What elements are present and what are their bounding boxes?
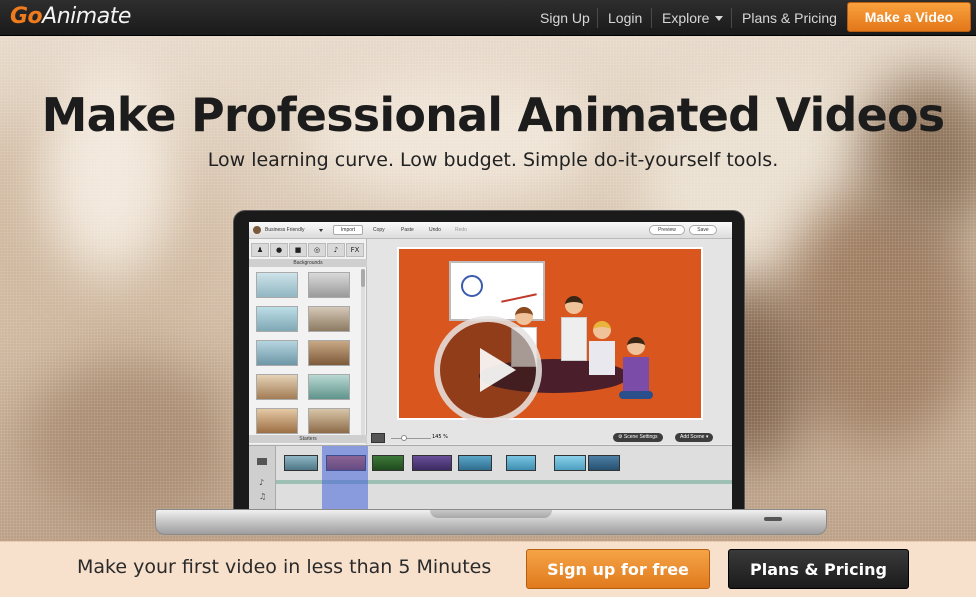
logo-go: Go xyxy=(10,4,43,29)
page-subtitle: Low learning curve. Low budget. Simple d… xyxy=(207,149,779,171)
nav-sign-up[interactable]: Sign Up xyxy=(540,0,590,36)
add-scene-label: Add Scene xyxy=(680,434,705,440)
scene-settings-button: ⚙ Scene Settings xyxy=(613,433,663,442)
nav-login[interactable]: Login xyxy=(608,0,642,36)
thumbnail xyxy=(308,374,350,400)
tab-effects: FX xyxy=(346,243,364,257)
scene-clip xyxy=(588,455,620,471)
user-avatar-icon xyxy=(253,226,261,234)
character-body xyxy=(561,317,587,361)
thumbnail xyxy=(256,408,298,434)
thumbnail xyxy=(308,408,350,434)
scene-clip xyxy=(284,455,318,471)
tab-sounds: ♪ xyxy=(327,243,345,257)
starters-label: Starters xyxy=(249,435,367,443)
thumbnail xyxy=(256,306,298,332)
redo-button: Redo xyxy=(455,227,467,233)
thumbnail xyxy=(256,374,298,400)
thumbnail xyxy=(308,340,350,366)
scene-clip xyxy=(458,455,492,471)
play-button[interactable] xyxy=(434,316,542,424)
laptop-indicator xyxy=(764,517,782,521)
character-body xyxy=(623,357,649,391)
chevron-down-icon xyxy=(319,229,323,232)
line-drawing xyxy=(501,293,537,303)
thumbnail xyxy=(256,340,298,366)
theme-select: Business Friendly xyxy=(265,227,305,233)
add-scene-button: Add Scene ▾ xyxy=(675,433,714,442)
nav-plans-pricing[interactable]: Plans & Pricing xyxy=(742,0,837,36)
tab-props: ◎ xyxy=(308,243,326,257)
cta-text: Make your first video in less than 5 Min… xyxy=(77,556,492,578)
scene-clip xyxy=(372,455,404,471)
scene-clip xyxy=(554,455,586,471)
character-head xyxy=(593,321,611,339)
logo-animate: Animate xyxy=(42,4,131,29)
preview-button: Preview xyxy=(649,225,685,235)
stage-controls: 145 % ⚙ Scene Settings Add Scene ▾ xyxy=(367,433,732,445)
character-body xyxy=(589,341,615,375)
nav-explore-label: Explore xyxy=(662,10,710,26)
paste-button: Paste xyxy=(401,227,414,233)
thumbnail xyxy=(308,272,350,298)
save-button: Save xyxy=(689,225,717,235)
timeline: ♪ ♫ xyxy=(249,445,732,510)
app-toolbar: Business Friendly Import Copy Paste Undo… xyxy=(249,222,732,239)
sign-up-free-button[interactable]: Sign up for free xyxy=(526,549,710,589)
zoom-label: 145 % xyxy=(432,434,448,440)
zoom-slider-handle xyxy=(401,435,407,441)
tab-backgrounds: ■ xyxy=(289,243,307,257)
backgrounds-label: Backgrounds xyxy=(249,259,367,267)
copy-button: Copy xyxy=(373,227,385,233)
import-button: Import xyxy=(333,225,363,235)
mic-icon: ♪ xyxy=(259,478,265,487)
music-icon: ♫ xyxy=(259,492,267,501)
chair xyxy=(619,391,653,399)
chevron-down-icon xyxy=(715,15,724,21)
nav-divider xyxy=(651,8,652,28)
undo-button: Undo xyxy=(429,227,441,233)
thumbnail-icon xyxy=(371,433,385,443)
page-title: Make Professional Animated Videos xyxy=(41,88,946,142)
scene-clip xyxy=(506,455,536,471)
timeline-selection xyxy=(322,446,368,510)
top-navigation-bar: GoAnimate Sign Up Login Explore Plans & … xyxy=(0,0,976,36)
nav-divider xyxy=(731,8,732,28)
goanimate-logo[interactable]: GoAnimate xyxy=(10,4,131,29)
scene-clip xyxy=(412,455,452,471)
thumbnail xyxy=(256,272,298,298)
character-head xyxy=(515,307,533,325)
nav-explore[interactable]: Explore xyxy=(662,0,724,36)
make-a-video-button[interactable]: Make a Video xyxy=(847,2,971,32)
tab-bubbles: ● xyxy=(270,243,288,257)
thumbnail xyxy=(308,306,350,332)
play-icon xyxy=(480,348,516,392)
character-head xyxy=(627,337,645,355)
zoom-slider xyxy=(391,438,431,439)
plans-pricing-button[interactable]: Plans & Pricing xyxy=(728,549,909,589)
laptop-notch xyxy=(430,510,552,518)
timeline-track-icons: ♪ ♫ xyxy=(249,446,276,510)
library-scrollbar xyxy=(361,269,365,435)
film-icon xyxy=(257,458,267,465)
tab-characters: ♟ xyxy=(251,243,269,257)
pie-drawing xyxy=(461,275,483,297)
library-panel: ♟ ● ■ ◎ ♪ FX Backgrounds Starters xyxy=(249,239,367,444)
character-head xyxy=(565,296,583,314)
nav-divider xyxy=(597,8,598,28)
scene-settings-label: Scene Settings xyxy=(623,434,658,440)
library-tabs: ♟ ● ■ ◎ ♪ FX xyxy=(251,243,365,257)
